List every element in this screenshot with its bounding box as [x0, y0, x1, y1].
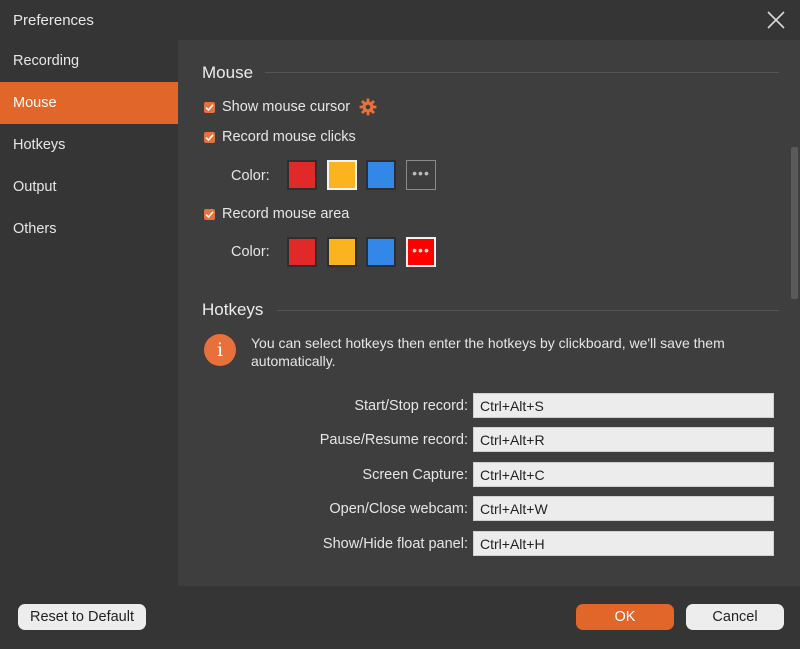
section-title-hotkeys: Hotkeys: [202, 300, 264, 319]
clicks-color-red[interactable]: [287, 160, 317, 190]
window-title: Preferences: [13, 12, 94, 29]
record-area-checkbox[interactable]: [204, 209, 215, 220]
sidebar-item-others[interactable]: Others: [0, 208, 178, 250]
sidebar-item-recording[interactable]: Recording: [0, 40, 178, 82]
reset-to-default-button[interactable]: Reset to Default: [18, 604, 146, 630]
clicks-color-label: Color:: [231, 168, 270, 184]
area-color-custom-button[interactable]: •••: [406, 237, 436, 267]
hotkeys-info-text: You can select hotkeys then enter the ho…: [251, 335, 725, 369]
sidebar-item-hotkeys[interactable]: Hotkeys: [0, 124, 178, 166]
close-icon: [767, 11, 785, 29]
area-color-label: Color:: [231, 244, 270, 260]
hotkey-label-start-stop: Start/Stop record:: [354, 398, 468, 414]
ok-button[interactable]: OK: [576, 604, 674, 630]
area-color-red[interactable]: [287, 237, 317, 267]
hotkey-input-float-panel[interactable]: [473, 531, 774, 556]
title-bar: Preferences: [0, 0, 800, 40]
record-clicks-checkbox[interactable]: [204, 132, 215, 143]
clicks-color-yellow[interactable]: [327, 160, 357, 190]
area-color-yellow[interactable]: [327, 237, 357, 267]
section-divider: [265, 72, 779, 73]
hotkey-label-float-panel: Show/Hide float panel:: [322, 536, 468, 552]
check-icon: [205, 104, 214, 112]
show-cursor-label: Show mouse cursor: [222, 99, 351, 115]
cancel-button[interactable]: Cancel: [686, 604, 784, 630]
record-area-label: Record mouse area: [222, 206, 350, 222]
sidebar-item-label: Mouse: [13, 95, 57, 111]
area-color-blue[interactable]: [366, 237, 396, 267]
gear-icon: [359, 98, 377, 116]
clicks-color-more-button[interactable]: •••: [406, 160, 436, 190]
hotkey-input-pause-resume[interactable]: [473, 427, 774, 452]
scrollbar-thumb[interactable]: [791, 147, 798, 299]
info-icon: i: [204, 334, 236, 366]
section-divider: [277, 310, 779, 311]
scrollbar[interactable]: [790, 40, 800, 586]
section-title-mouse: Mouse: [202, 63, 254, 82]
clicks-color-blue[interactable]: [366, 160, 396, 190]
hotkey-input-start-stop[interactable]: [473, 393, 774, 418]
more-dots-icon: •••: [412, 165, 430, 181]
sidebar-item-mouse[interactable]: Mouse: [0, 82, 178, 124]
sidebar-item-label: Recording: [13, 53, 80, 69]
sidebar-item-output[interactable]: Output: [0, 166, 178, 208]
sidebar-item-label: Hotkeys: [13, 137, 66, 153]
hotkey-label-webcam: Open/Close webcam:: [329, 501, 468, 517]
hotkey-label-pause-resume: Pause/Resume record:: [319, 432, 468, 448]
record-clicks-label: Record mouse clicks: [222, 129, 356, 145]
cursor-settings-button[interactable]: [359, 98, 377, 116]
show-cursor-checkbox[interactable]: [204, 102, 215, 113]
hotkey-input-screen-capture[interactable]: [473, 462, 774, 487]
check-icon: [205, 211, 214, 219]
sidebar: Recording Mouse Hotkeys Output Others: [0, 40, 178, 586]
hotkey-label-screen-capture: Screen Capture:: [362, 467, 468, 483]
sidebar-item-label: Others: [13, 221, 57, 237]
close-button[interactable]: [764, 8, 788, 32]
more-dots-icon: •••: [412, 242, 430, 258]
sidebar-item-label: Output: [13, 179, 57, 195]
check-icon: [205, 134, 214, 142]
hotkey-input-webcam[interactable]: [473, 496, 774, 521]
